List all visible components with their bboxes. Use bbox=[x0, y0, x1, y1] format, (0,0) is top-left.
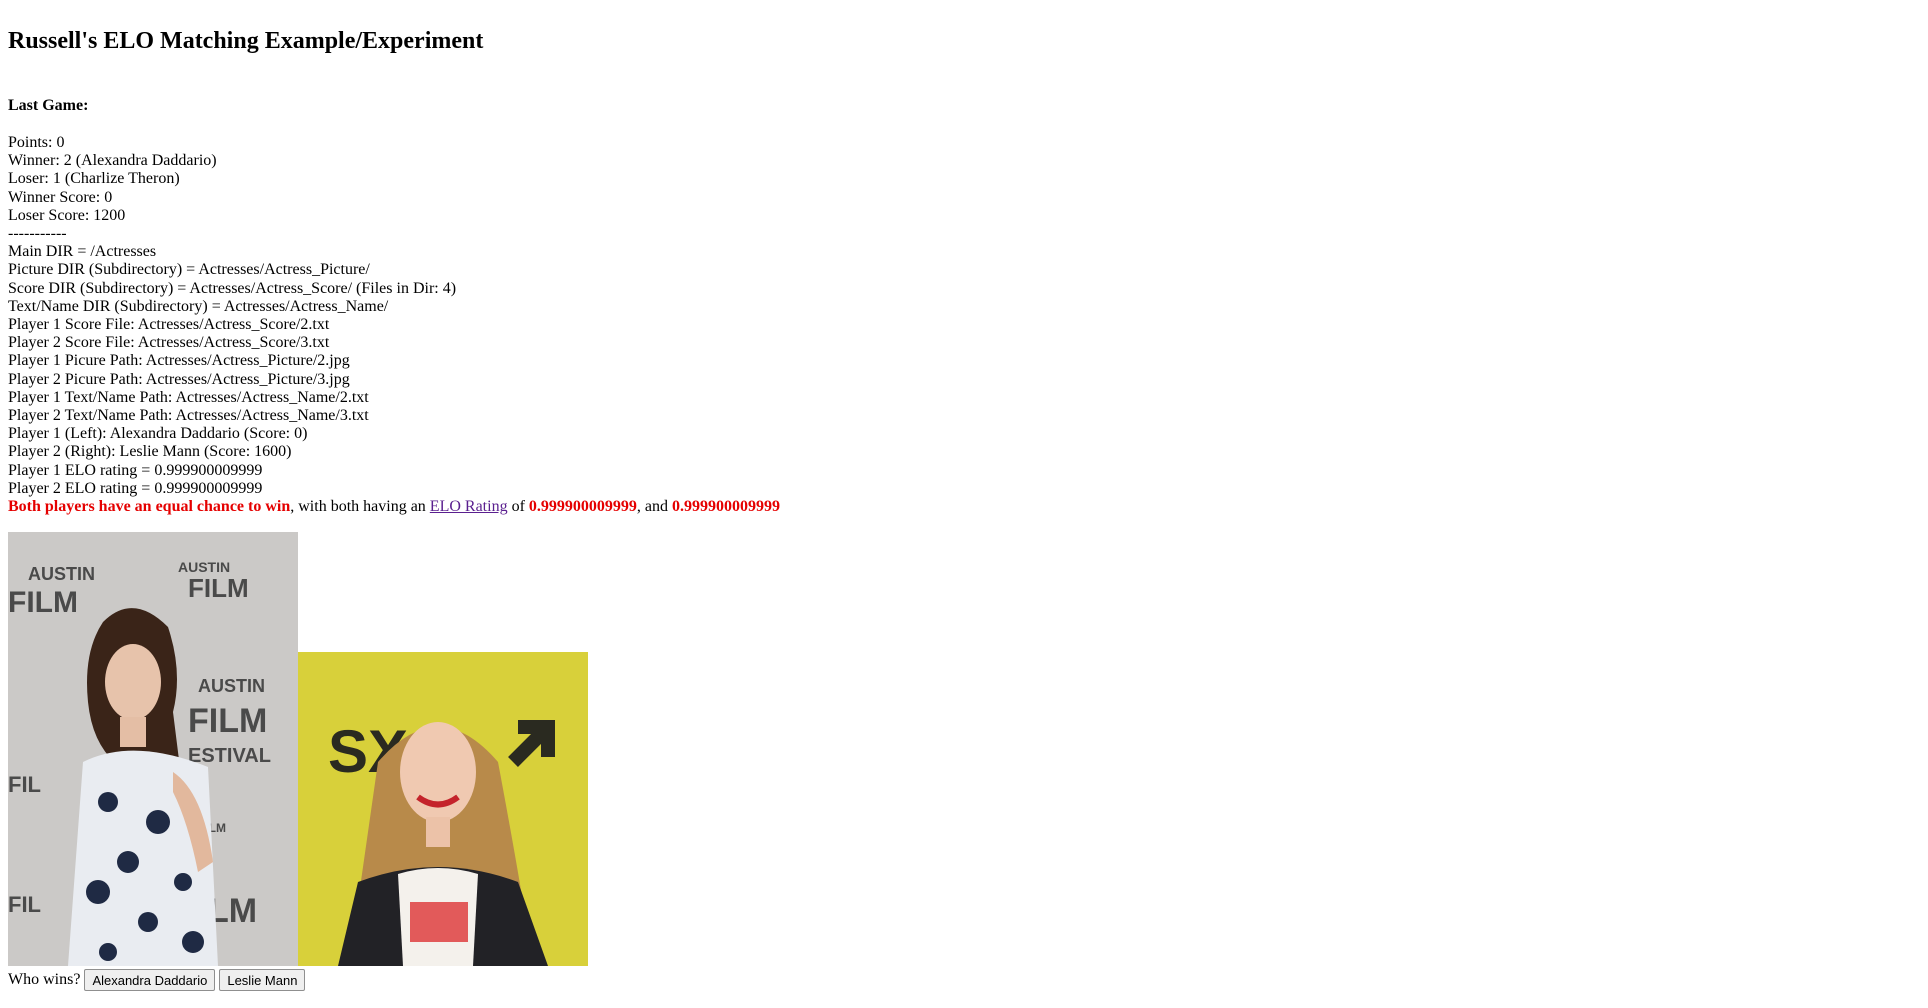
player1-photo-image: AUSTIN FILM AUSTIN FILM AUSTIN FILM ESTI… bbox=[8, 532, 298, 967]
backdrop-text-7: ESTIVAL bbox=[188, 745, 271, 767]
p2-score-file-text: Player 2 Score File: Actresses/Actress_S… bbox=[8, 334, 330, 352]
backdrop-text-11: FIL bbox=[8, 892, 41, 917]
player2-photo: SX bbox=[298, 652, 588, 967]
page: Russell's ELO Matching Example/Experimen… bbox=[0, 0, 1928, 1008]
text-name-dir-text: Text/Name DIR (Subdirectory) = Actresses… bbox=[8, 297, 389, 315]
backdrop-text-1: AUSTIN bbox=[28, 564, 95, 584]
p1-score-file-text: Player 1 Score File: Actresses/Actress_S… bbox=[8, 316, 330, 334]
points-text: Points: 0 bbox=[8, 134, 65, 151]
vote-player2-button[interactable]: Leslie Mann bbox=[219, 969, 306, 992]
page-title: Russell's ELO Matching Example/Experimen… bbox=[8, 28, 484, 54]
who-wins-label: Who wins? bbox=[8, 971, 81, 989]
chance-line: Both players have an equal chance to win… bbox=[8, 498, 1920, 516]
loser-text: Loser: 1 (Charlize Theron) bbox=[8, 170, 180, 188]
p2-picture-path-text: Player 2 Picure Path: Actresses/Actress_… bbox=[8, 370, 350, 388]
picture-dir-text: Picture DIR (Subdirectory) = Actresses/A… bbox=[8, 261, 370, 279]
backdrop-text-5: AUSTIN bbox=[198, 676, 265, 696]
backdrop-text-8: FIL bbox=[8, 772, 41, 797]
vote-player1-button[interactable]: Alexandra Daddario bbox=[84, 969, 216, 992]
chance-and-text: , and bbox=[636, 498, 672, 516]
separator: ----------- bbox=[8, 225, 67, 243]
winner-text: Winner: 2 (Alexandra Daddario) bbox=[8, 152, 217, 170]
p1-name-path-text: Player 1 Text/Name Path: Actresses/Actre… bbox=[8, 388, 369, 406]
backdrop-text-4: FILM bbox=[188, 573, 249, 603]
p1-summary-text: Player 1 (Left): Alexandra Daddario (Sco… bbox=[8, 425, 308, 443]
game-info: Points: 0 Winner: 2 (Alexandra Daddario)… bbox=[8, 134, 1920, 516]
p2-name-path-text: Player 2 Text/Name Path: Actresses/Actre… bbox=[8, 407, 369, 425]
score-dir-text: Score DIR (Subdirectory) = Actresses/Act… bbox=[8, 279, 457, 297]
backdrop-text-6: FILM bbox=[188, 702, 267, 740]
photo-row: AUSTIN FILM AUSTIN FILM AUSTIN FILM ESTI… bbox=[8, 532, 1920, 967]
p1-elo-text: Player 1 ELO rating = 0.999900009999 bbox=[8, 461, 263, 479]
vote-row: Who wins? Alexandra Daddario Leslie Mann bbox=[8, 968, 1920, 992]
equal-chance-text: Both players have an equal chance to win bbox=[8, 498, 291, 516]
p2-elo-text: Player 2 ELO rating = 0.999900009999 bbox=[8, 479, 263, 497]
last-game-heading: Last Game: bbox=[8, 97, 89, 114]
elo-rating-link[interactable]: ELO Rating bbox=[430, 498, 508, 515]
chance-middle-text: , with both having an bbox=[290, 498, 430, 516]
p1-picture-path-text: Player 1 Picure Path: Actresses/Actress_… bbox=[8, 352, 350, 370]
rating2-text: 0.999900009999 bbox=[672, 498, 780, 516]
player1-photo: AUSTIN FILM AUSTIN FILM AUSTIN FILM ESTI… bbox=[8, 532, 298, 967]
rating1-text: 0.999900009999 bbox=[528, 498, 637, 516]
chance-of-text: of bbox=[507, 498, 529, 516]
p2-summary-text: Player 2 (Right): Leslie Mann (Score: 16… bbox=[8, 443, 292, 461]
winner-score-text: Winner Score: 0 bbox=[8, 188, 113, 206]
backdrop-text-2: FILM bbox=[8, 586, 78, 619]
loser-score-text: Loser Score: 1200 bbox=[8, 206, 126, 224]
main-dir-text: Main DIR = /Actresses bbox=[8, 243, 157, 261]
player2-photo-image: SX bbox=[298, 652, 588, 967]
